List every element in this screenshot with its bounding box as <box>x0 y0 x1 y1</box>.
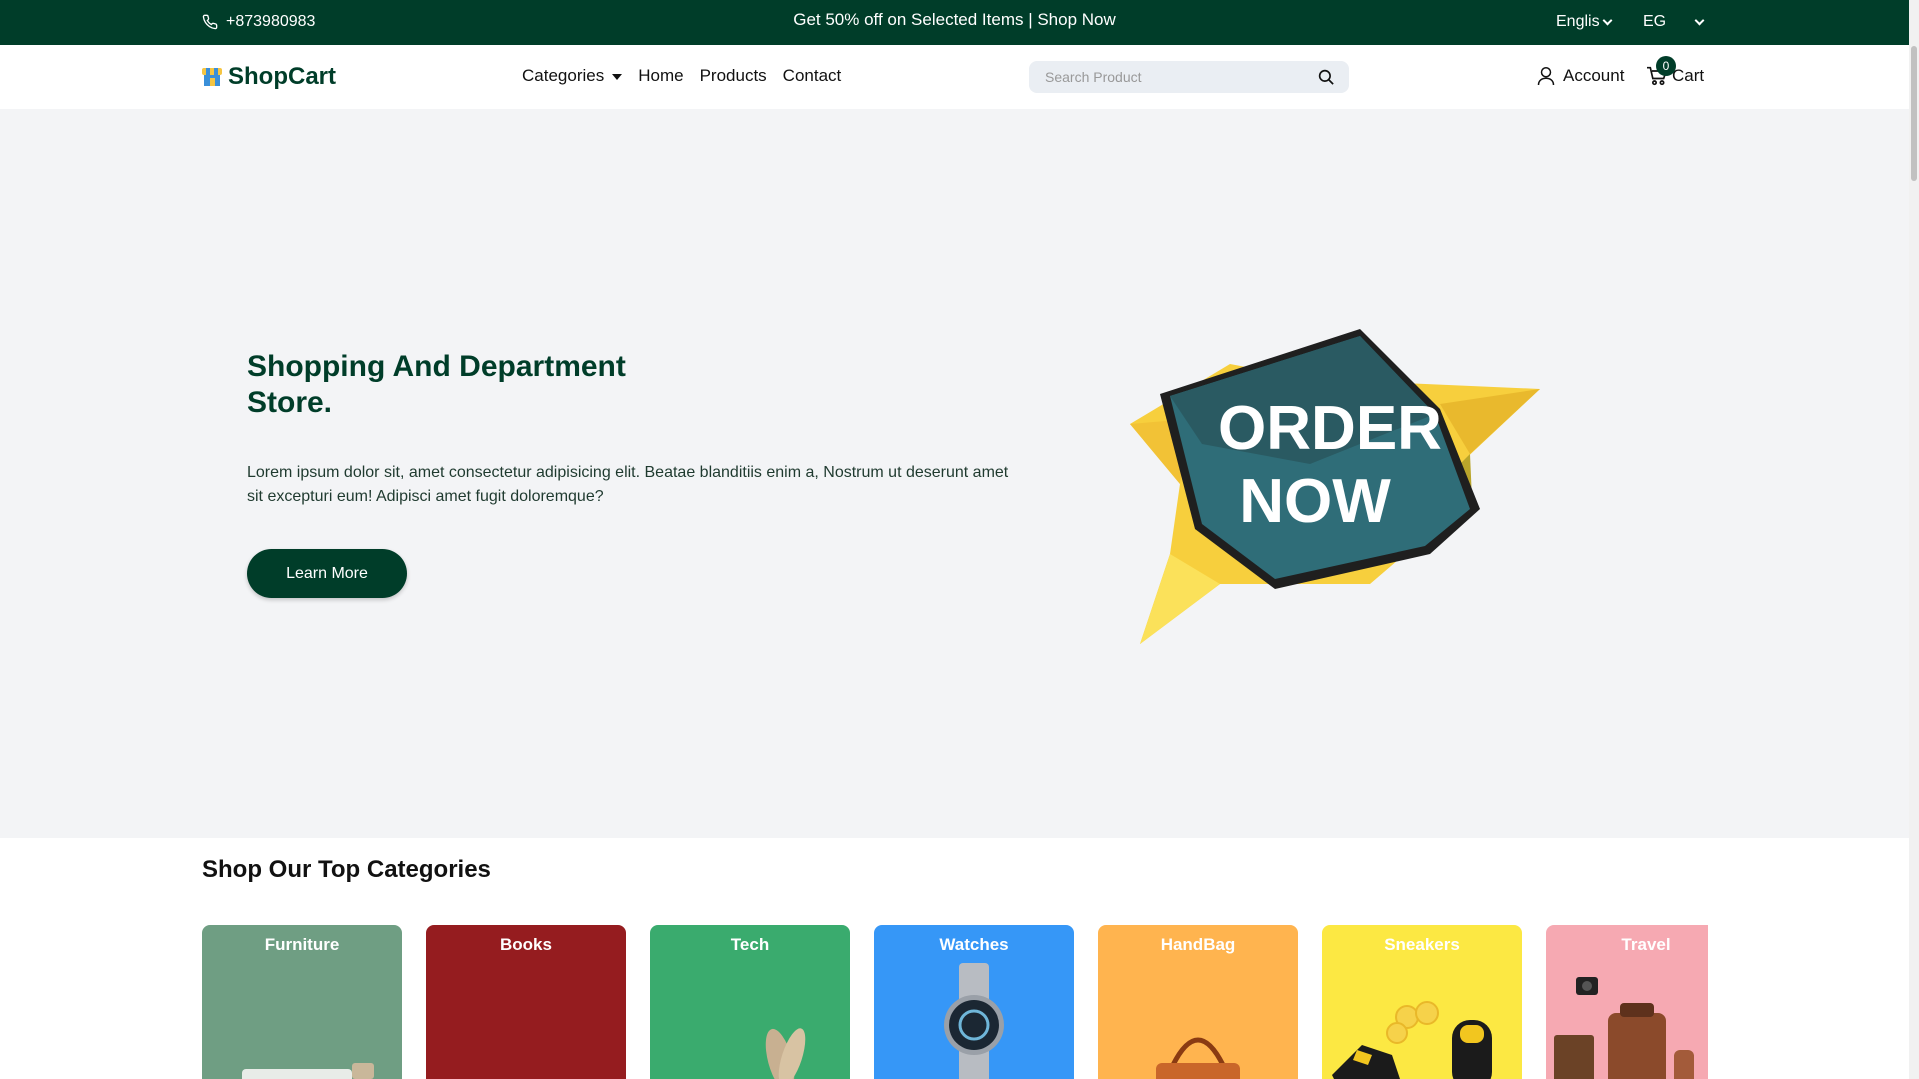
travel-image <box>1554 977 1694 1079</box>
account-label: Account <box>1563 66 1625 85</box>
language-value: Englis <box>1556 13 1600 30</box>
category-card-books[interactable]: Books <box>426 925 626 1079</box>
account-link[interactable]: Account <box>1537 66 1624 86</box>
nav-item-products[interactable]: Products <box>700 66 767 86</box>
cart-label: Cart <box>1672 66 1705 85</box>
region-select[interactable]: EG <box>1643 13 1705 31</box>
learn-more-button[interactable]: Learn More <box>247 549 407 598</box>
top-bar: +873980983 Get 50% off on Selected Items… <box>0 0 1909 45</box>
main-nav: ShopCart Categories Home Products Contac… <box>0 45 1909 109</box>
search-bar <box>1029 61 1349 93</box>
sneakers-image <box>1332 1001 1492 1079</box>
hero-section: Shopping And Department Store. Lorem ips… <box>0 109 1909 838</box>
categories-title: Shop Our Top Categories <box>202 856 491 883</box>
category-label: Books <box>500 935 552 954</box>
hero-description: Lorem ipsum dolor sit, amet consectetur … <box>247 464 1009 505</box>
search-input[interactable] <box>1029 61 1289 93</box>
cart-link[interactable]: 0 Cart <box>1646 56 1705 86</box>
nav-menu: Categories Home Products Contact <box>522 66 841 86</box>
caret-down-icon <box>612 73 623 80</box>
region-value: EG <box>1643 13 1667 30</box>
nav-item-contact[interactable]: Contact <box>783 66 842 86</box>
promo-banner[interactable]: Get 50% off on Selected Items | Shop Now <box>0 10 1909 30</box>
order-graphic-text-line2: NOW <box>1239 467 1391 536</box>
user-icon <box>1537 67 1555 86</box>
chevron-down-icon <box>1602 15 1613 25</box>
category-card-watches[interactable]: Watches <box>874 925 1074 1079</box>
category-card-sneakers[interactable]: Sneakers <box>1322 925 1522 1079</box>
store-icon <box>202 68 222 86</box>
category-cards: Furniture Books Tech Watches HandBag Sne… <box>202 925 1708 1079</box>
chevron-down-icon <box>1694 15 1705 25</box>
search-icon[interactable] <box>1317 68 1335 86</box>
category-card-tech[interactable]: Tech <box>650 925 850 1079</box>
sofa-image <box>242 1063 374 1079</box>
logo[interactable]: ShopCart <box>202 63 336 91</box>
scrollbar-thumb[interactable] <box>1911 46 1917 181</box>
order-graphic-text-line1: ORDER <box>1218 394 1442 463</box>
plant-image <box>765 1028 806 1079</box>
watch-image <box>944 963 1004 1079</box>
cart-count-badge: 0 <box>1656 56 1676 76</box>
logo-text: ShopCart <box>228 63 336 90</box>
page-scrollbar[interactable] <box>1909 0 1919 1079</box>
nav-item-home[interactable]: Home <box>638 66 683 86</box>
category-card-travel[interactable]: Travel <box>1546 925 1708 1079</box>
language-select[interactable]: Englis <box>1556 13 1613 31</box>
hero-title: Shopping And Department Store. <box>247 350 626 419</box>
nav-item-label: Categories <box>522 66 605 85</box>
handbag-image <box>1156 1037 1240 1079</box>
category-card-furniture[interactable]: Furniture <box>202 925 402 1079</box>
nav-item-categories[interactable]: Categories <box>522 66 623 86</box>
order-now-graphic[interactable]: ORDER NOW <box>1110 324 1610 654</box>
category-card-handbag[interactable]: HandBag <box>1098 925 1298 1079</box>
